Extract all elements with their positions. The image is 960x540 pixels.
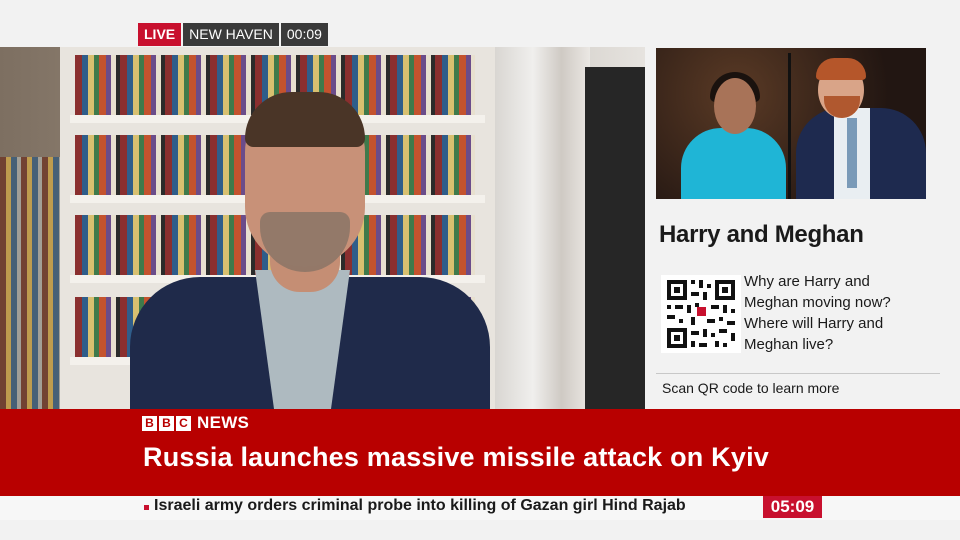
presenter [130,92,490,409]
news-wordmark: NEWS [197,413,250,432]
lower-third-banner: B B C NEWS Russia launches massive missi… [0,409,960,496]
divider [656,373,940,374]
bottom-margin [0,520,960,540]
promo-side-panel: Harry and Meghan Why are Harry and Megha… [645,47,960,409]
window [585,67,645,409]
qr-code-icon[interactable] [661,275,741,353]
panel-title: Harry and Meghan [659,221,864,248]
headline: Russia launches massive missile attack o… [143,442,770,472]
news-ticker: Israeli army orders criminal probe into … [0,496,960,520]
bbc-news-logo: B B C NEWS [142,413,249,433]
bbc-logo-block: B [142,415,157,431]
qr-call-to-action: Scan QR code to learn more [662,380,840,396]
side-bookshelf [0,157,60,409]
presenter-video-feed [0,47,645,409]
promo-photo [656,48,926,199]
curtain [495,47,590,409]
bbc-logo-block: B [159,415,174,431]
qr-questions: Why are Harry and Meghan moving now? Whe… [744,271,954,355]
ticker-bullet-icon [144,505,149,510]
live-tag: LIVE [138,23,182,46]
question-line: Why are Harry and [744,273,870,290]
question-line: Where will Harry and [744,315,884,332]
bbc-logo-block: C [176,415,191,431]
clock: 05:09 [763,496,822,518]
question-line: Meghan live? [744,336,834,353]
question-line: Meghan moving now? [744,294,891,311]
live-bug: LIVE NEW HAVEN 00:09 [138,23,328,46]
ticker-text: Israeli army orders criminal probe into … [154,497,686,514]
elapsed-time-tag: 00:09 [280,23,328,46]
location-tag: NEW HAVEN [183,23,279,46]
